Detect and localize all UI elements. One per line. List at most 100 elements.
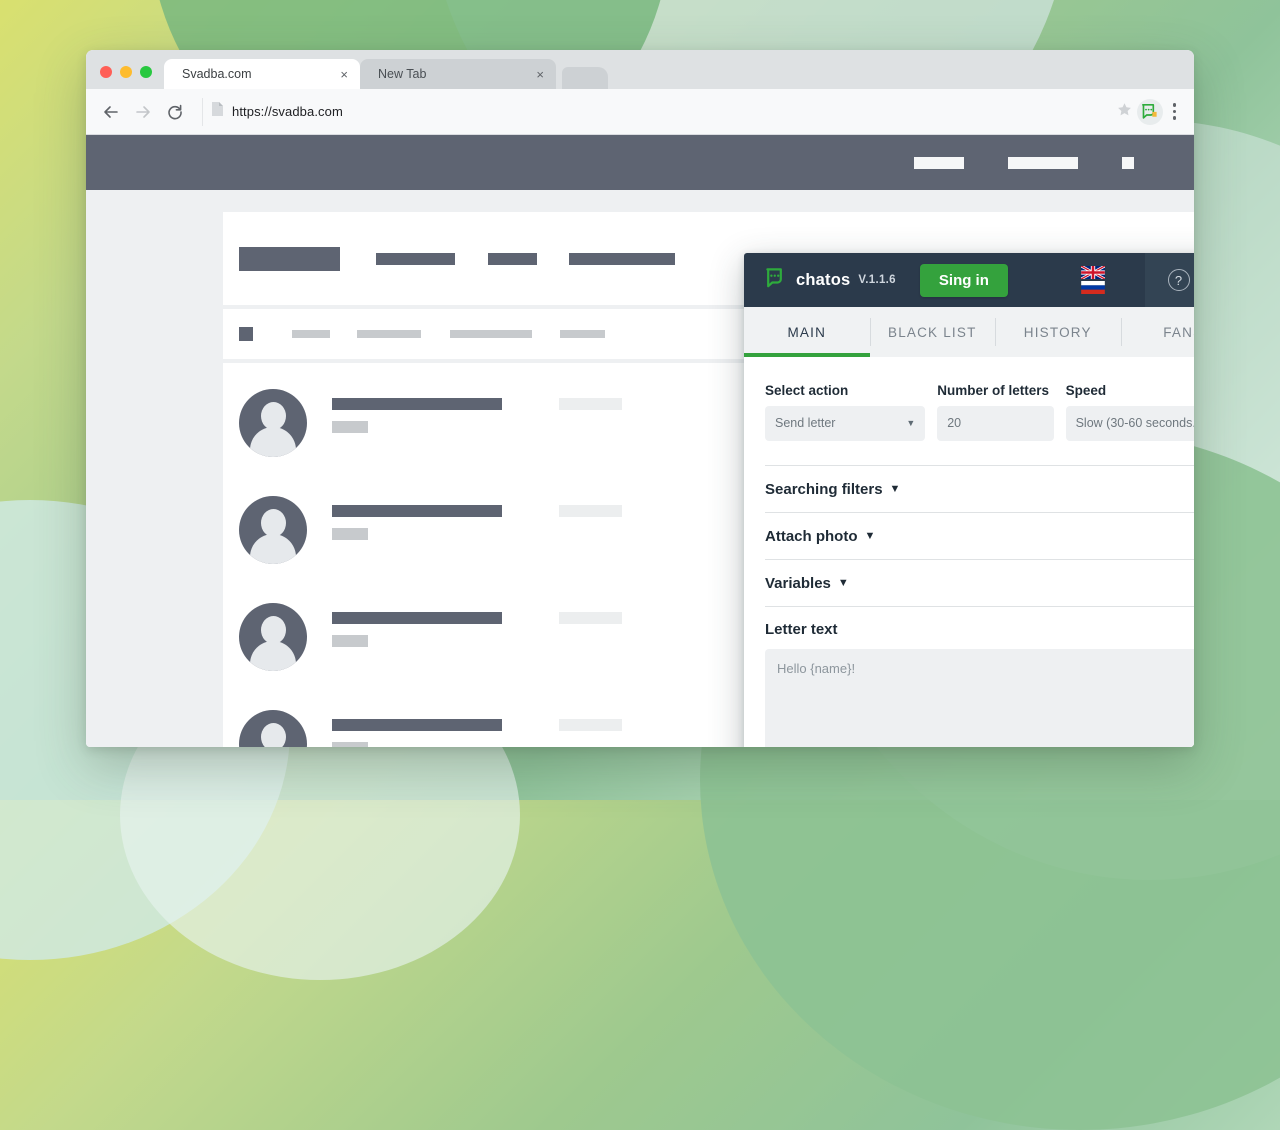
language-switcher[interactable]: [1081, 266, 1105, 294]
list-item-name-placeholder: [332, 505, 502, 517]
avatar: [239, 389, 307, 457]
accordion-attach-photo[interactable]: Attach photo ▼: [765, 511, 1194, 559]
filter-placeholder[interactable]: [560, 330, 605, 338]
number-of-letters-value: 20: [947, 416, 962, 431]
reload-icon[interactable]: [160, 97, 190, 127]
close-window-button[interactable]: [100, 66, 112, 78]
window-traffic-lights: [94, 66, 164, 89]
list-item-sub-placeholder: [332, 528, 368, 540]
select-action-field: Select action Send letter ▼: [765, 383, 926, 441]
popup-header-actions: ? ×: [1145, 253, 1194, 307]
help-icon[interactable]: ?: [1167, 269, 1190, 291]
avatar: [239, 496, 307, 564]
accordion-title: Variables: [765, 574, 831, 592]
list-item-meta-placeholder: [559, 612, 622, 624]
close-icon[interactable]: ×: [536, 68, 544, 81]
browser-tab-newtab[interactable]: New Tab ×: [360, 59, 556, 89]
nav-placeholder[interactable]: [914, 156, 964, 169]
chevron-down-icon: ▼: [837, 577, 849, 590]
select-action-value: Send letter: [775, 416, 836, 431]
browser-toolbar: https://svadba.com: [86, 89, 1194, 135]
site-header: [86, 135, 1194, 190]
number-of-letters-field: Number of letters 20: [937, 383, 1054, 441]
avatar: [239, 710, 307, 747]
avatar: [239, 603, 307, 671]
uk-flag-icon[interactable]: [1081, 266, 1105, 279]
filter-placeholder[interactable]: [357, 330, 421, 338]
chatos-extension-popup: chatos V.1.1.6 Sing in ? MAIN BLACK LIST…: [744, 253, 1194, 747]
chevron-down-icon: ▼: [906, 418, 916, 429]
chatos-extension-icon[interactable]: [1136, 98, 1163, 125]
list-item-texts: [332, 389, 502, 433]
popup-scroll-content: Select action Send letter ▼ Number of le…: [744, 357, 1194, 747]
select-action-dropdown[interactable]: Send letter ▼: [765, 405, 926, 441]
list-item-name-placeholder: [332, 612, 502, 624]
browser-tab-strip: Svadba.com × New Tab ×: [86, 50, 1194, 89]
list-item-texts: [332, 496, 502, 540]
tab-black-list[interactable]: BLACK LIST: [869, 307, 996, 357]
popup-body: Select action Send letter ▼ Number of le…: [744, 357, 1194, 747]
star-icon[interactable]: [1116, 101, 1133, 123]
popup-tabs: MAIN BLACK LIST HISTORY FANS: [744, 307, 1194, 357]
three-dot-menu-icon[interactable]: [1167, 103, 1185, 120]
number-of-letters-input[interactable]: 20: [937, 405, 1054, 441]
filter-placeholder[interactable]: [450, 330, 532, 338]
browser-tab-svadba[interactable]: Svadba.com ×: [164, 59, 360, 89]
brand-name: chatos: [796, 270, 851, 289]
page-title-placeholder: [376, 252, 455, 265]
forward-arrow-icon[interactable]: [128, 97, 158, 127]
page-title-placeholder: [488, 252, 537, 265]
minimize-window-button[interactable]: [120, 66, 132, 78]
speed-dropdown[interactable]: Slow (30-60 seconds. Re ▼: [1065, 405, 1194, 441]
close-icon[interactable]: ×: [340, 68, 348, 81]
list-item-meta-placeholder: [559, 719, 622, 731]
back-arrow-icon[interactable]: [96, 97, 126, 127]
chevron-down-icon: ▼: [864, 530, 876, 543]
letter-text-label: Letter text: [765, 620, 838, 638]
accordion-title: Attach photo: [765, 527, 858, 545]
chevron-down-icon: ▼: [889, 483, 901, 496]
list-item-sub-placeholder: [332, 742, 368, 747]
toolbar-right-actions: [1110, 98, 1185, 125]
page-document-icon: [211, 101, 224, 122]
maximize-window-button[interactable]: [140, 66, 152, 78]
address-bar[interactable]: https://svadba.com: [202, 97, 1108, 126]
accordion-title: Searching filters: [765, 480, 883, 498]
tab-fans[interactable]: FANS: [1120, 307, 1194, 357]
list-item-meta-placeholder: [559, 398, 622, 410]
filter-checkbox[interactable]: [239, 327, 253, 341]
page-title-placeholder: [569, 252, 675, 265]
speed-value: Slow (30-60 seconds. Re: [1075, 416, 1194, 431]
list-item-name-placeholder: [332, 719, 502, 731]
filter-placeholder[interactable]: [292, 330, 330, 338]
sign-in-button[interactable]: Sing in: [919, 263, 1008, 297]
nav-placeholder[interactable]: [1008, 156, 1078, 169]
popup-header: chatos V.1.1.6 Sing in ?: [744, 253, 1194, 307]
nav-placeholder[interactable]: [1122, 156, 1134, 169]
browser-tab-title: Svadba.com: [182, 67, 252, 81]
tab-main[interactable]: MAIN: [744, 307, 870, 357]
select-action-label: Select action: [765, 383, 849, 398]
page-title-placeholder: [239, 246, 340, 271]
brand-version: V.1.1.6: [858, 274, 896, 286]
browser-tab-title: New Tab: [378, 67, 427, 81]
number-of-letters-label: Number of letters: [937, 383, 1050, 398]
form-top-row: Select action Send letter ▼ Number of le…: [765, 383, 1194, 441]
letter-text-block: Letter text: [765, 605, 1194, 747]
list-item-sub-placeholder: [332, 635, 368, 647]
list-item-texts: [332, 710, 502, 747]
address-bar-url: https://svadba.com: [232, 104, 343, 119]
russia-flag-icon[interactable]: [1081, 281, 1105, 294]
list-item-name-placeholder: [332, 398, 502, 410]
accordion-searching-filters[interactable]: Searching filters ▼: [765, 464, 1194, 512]
letter-text-input[interactable]: [765, 648, 1194, 747]
brand: chatos V.1.1.6: [744, 266, 896, 295]
new-tab-button[interactable]: [562, 67, 608, 89]
accordion-variables[interactable]: Variables ▼: [765, 558, 1194, 606]
tab-history[interactable]: HISTORY: [995, 307, 1121, 357]
chat-bubble-dots-icon: [764, 266, 788, 295]
speed-field: Speed Slow (30-60 seconds. Re ▼: [1065, 383, 1194, 441]
list-item-sub-placeholder: [332, 421, 368, 433]
browser-window: Svadba.com × New Tab × https://svadba.co…: [86, 50, 1194, 747]
list-item-meta-placeholder: [559, 505, 622, 517]
